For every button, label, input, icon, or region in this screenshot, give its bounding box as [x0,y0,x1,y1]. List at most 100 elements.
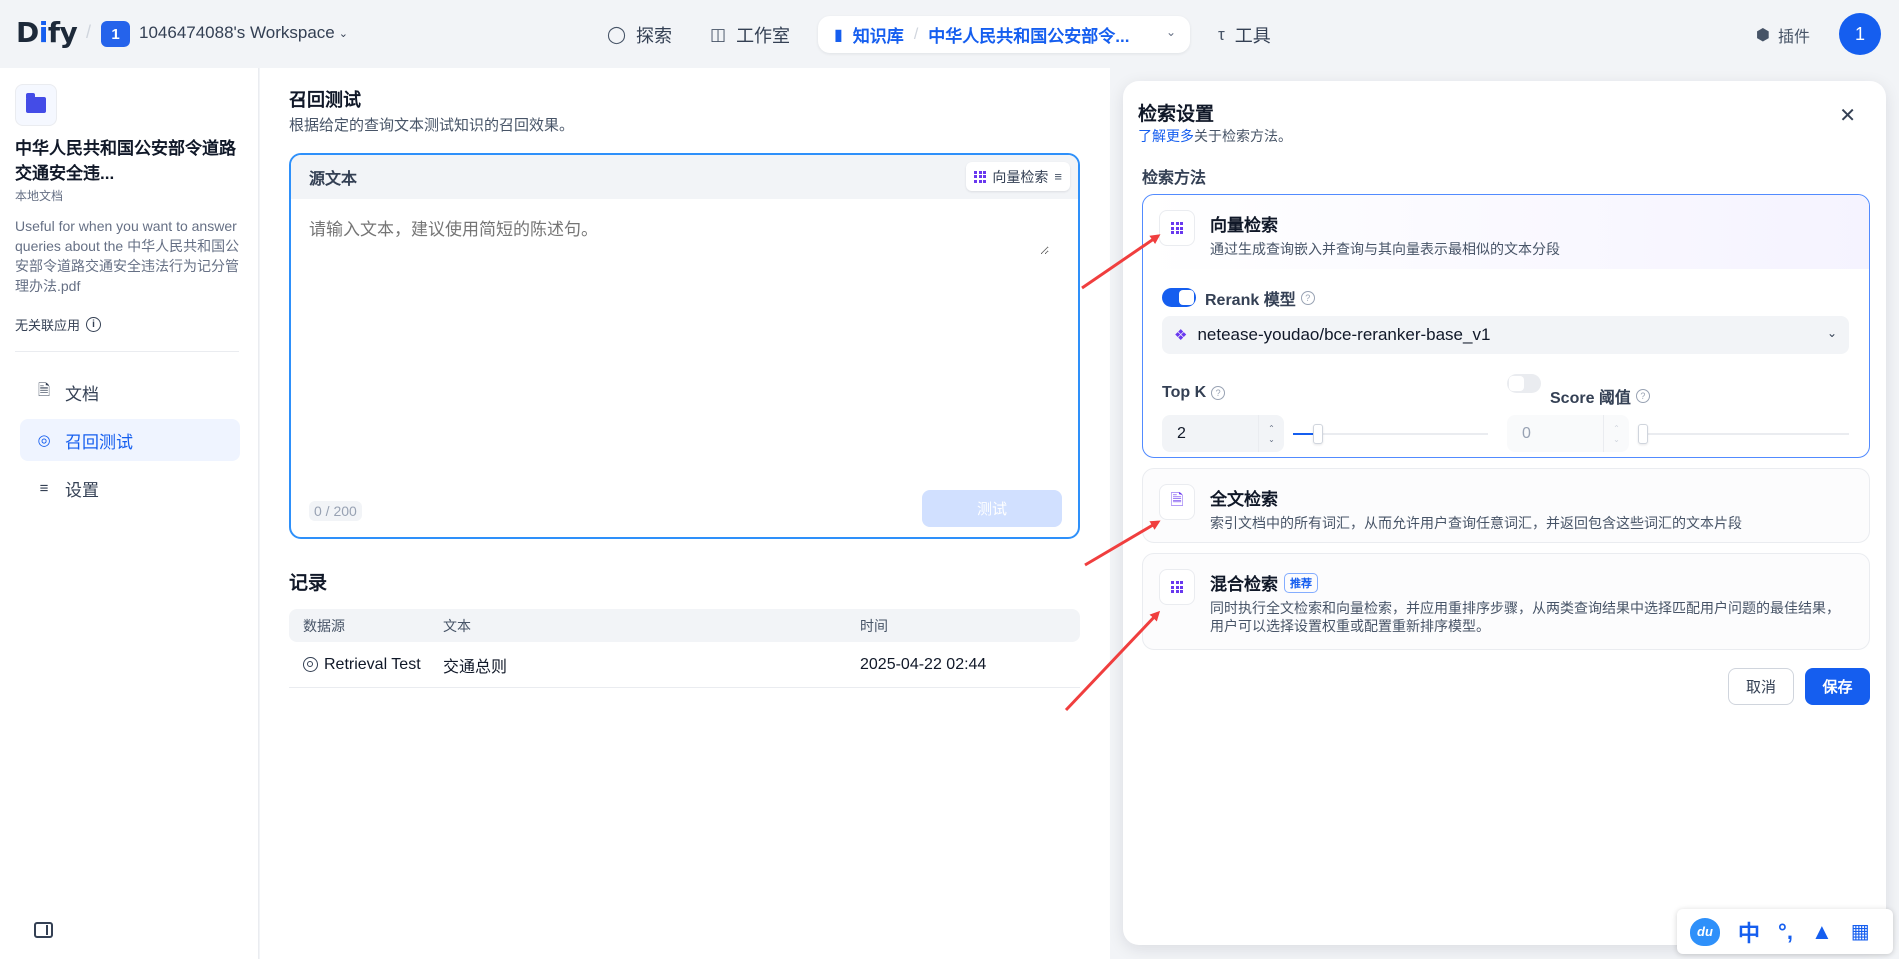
avatar[interactable]: 1 [1839,13,1881,55]
grid-dots-icon [1159,569,1195,605]
score-threshold-toggle[interactable] [1507,374,1541,393]
collapse-sidebar-icon[interactable] [34,922,53,938]
robot-icon: ◫ [710,25,727,44]
chevron-down-icon[interactable]: ⌄ [1613,434,1620,445]
separator: / [913,25,919,43]
document-icon: 🗎 [37,381,51,399]
retrieval-settings-panel: 检索设置 了解更多关于检索方法。 ✕ 检索方法 向量检索 通过生成查询嵌入并查询… [1123,81,1886,945]
kb-title: 中华人民共和国公安部令道路交通安全违... [15,139,236,183]
target-icon [303,657,318,672]
topk-stepper[interactable]: ⌃ ⌄ [1258,415,1284,452]
sidebar-item-label: 文档 [65,384,99,404]
panel-subtitle: 了解更多关于检索方法。 [1138,126,1292,146]
rerank-label: Rerank 模型 [1205,292,1296,309]
table-header: 数据源 文本 时间 [289,609,1080,642]
nav-tools[interactable]: τ 工具 [1218,22,1271,48]
rerank-model-value: netease-youdao/bce-reranker-base_v1 [1197,325,1491,344]
score-value: 0 [1522,424,1531,442]
retrieval-method-button[interactable]: 向量检索 ≡ [966,162,1070,191]
chevron-down-icon: ⌄ [338,27,348,40]
learn-more-suffix: 关于检索方法。 [1194,128,1292,144]
sidebar-item-settings[interactable]: ≡ 设置 [20,467,240,509]
ime-punctuation-toggle[interactable]: °, [1778,919,1793,945]
score-slider[interactable] [1638,424,1849,444]
related-apps-label: 无关联应用 [15,318,81,333]
source-text-input[interactable] [309,215,1049,255]
retrieval-method-label: 检索方法 [1142,170,1207,187]
hybrid-search-desc: 同时执行全文检索和向量检索，并应用重排序步骤，从两类查询结果中选择匹配用户问题的… [1210,600,1840,634]
nav-plugins[interactable]: ⬢ 插件 [1756,23,1810,47]
rerank-model-select[interactable]: ❖ netease-youdao/bce-reranker-base_v1 ⌄ [1162,316,1849,354]
dify-logo[interactable]: Dify [16,16,78,49]
topk-label-row: Top K ? [1162,384,1226,402]
chevron-down-icon[interactable]: ⌄ [1268,434,1275,445]
nav-explore-label: 探索 [636,26,673,46]
nav-knowledge[interactable]: ▮ 知识库 / 中华人民共和国公安部令... ⌄ [818,16,1190,53]
nav-studio[interactable]: ◫ 工作室 [710,22,790,48]
topk-slider[interactable] [1293,424,1488,444]
sidebar-item-retrieval-test[interactable]: ◎ 召回测试 [20,419,240,461]
cube-icon: ⬢ [1756,27,1770,44]
nav-tools-label: 工具 [1234,26,1271,46]
score-input[interactable]: 0 ⌃ ⌄ [1507,415,1629,452]
target-icon: ◎ [37,432,51,449]
close-icon[interactable]: ✕ [1839,103,1856,128]
cell-text: 交通总则 [443,658,508,676]
retrieval-method-label: 向量检索 [992,168,1049,185]
cell-time: 2025-04-22 02:44 [860,655,987,673]
chevron-up-icon[interactable]: ⌃ [1268,423,1275,434]
chevron-up-icon[interactable]: ⌃ [1613,423,1620,434]
table-row[interactable]: Retrieval Test 交通总则 2025-04-22 02:44 [289,642,1080,688]
kb-type: 本地文档 [15,189,64,203]
score-slider-thumb[interactable] [1638,424,1648,444]
char-counter: 0 / 200 [309,501,362,521]
rerank-label-row: Rerank 模型 ? [1205,286,1315,310]
sidebar-item-documents[interactable]: 🗎 文档 [20,371,240,413]
source-text-box: 源文本 向量检索 ≡ 0 / 200 测试 [289,153,1080,539]
recommended-badge: 推荐 [1284,572,1318,593]
grid-dots-icon [974,170,987,183]
workspace-badge[interactable]: 1 [101,21,130,47]
topk-slider-thumb[interactable] [1313,424,1323,444]
fulltext-search-title: 全文检索 [1210,490,1278,509]
save-button[interactable]: 保存 [1805,668,1870,705]
source-text-header: 源文本 向量检索 ≡ [291,155,1078,199]
top-nav: Dify / 1 1046474088's Workspace ⌄ ◯ 探索 ◫… [0,0,1899,68]
baidu-ime-logo[interactable]: du [1690,917,1720,946]
learn-more-link[interactable]: 了解更多 [1138,128,1194,144]
help-icon[interactable]: ? [1300,291,1315,305]
page-subtitle: 根据给定的查询文本测试知识的召回效果。 [289,117,575,134]
records-table: 数据源 文本 时间 Retrieval Test 交通总则 2025-04-22… [289,609,1080,688]
ime-lang-toggle[interactable]: 中 [1738,916,1760,948]
book-icon: ▮ [834,26,843,44]
column-header: 文本 [443,617,471,634]
test-button[interactable]: 测试 [922,490,1062,527]
hybrid-search-card[interactable]: 混合检索 推荐 同时执行全文检索和向量检索，并应用重排序步骤，从两类查询结果中选… [1142,553,1870,650]
cell-source: Retrieval Test [289,656,443,674]
cancel-button[interactable]: 取消 [1728,668,1794,705]
topk-input[interactable]: 2 ⌃ ⌄ [1162,415,1284,452]
panel-title: 检索设置 [1138,104,1215,125]
fulltext-search-card[interactable]: 🗎 全文检索 索引文档中的所有词汇，从而允许用户查询任意词汇，并返回包含这些词汇… [1142,468,1870,543]
score-stepper[interactable]: ⌃ ⌄ [1603,415,1629,452]
grid-dots-icon [1159,210,1195,246]
nav-plugins-label: 插件 [1777,29,1810,46]
vector-search-card[interactable]: 向量检索 通过生成查询嵌入并查询与其向量表示最相似的文本分段 Rerank 模型… [1142,194,1870,458]
nav-knowledge-label: 知识库 [852,27,904,46]
chevron-down-icon[interactable]: ⌄ [1166,25,1176,39]
info-icon[interactable]: i [86,317,102,332]
column-header: 数据源 [303,617,345,634]
hybrid-search-title: 混合检索 [1210,575,1278,594]
help-icon[interactable]: ? [1635,389,1650,403]
help-icon[interactable]: ? [1211,386,1226,400]
hybrid-search-title-row: 混合检索 推荐 [1210,570,1318,595]
sidebar: 中华人民共和国公安部令道路交通安全违... 本地文档 Useful for wh… [0,68,259,959]
rerank-toggle[interactable] [1162,288,1196,307]
workspace-switcher[interactable]: 1046474088's Workspace ⌄ [139,23,348,43]
ime-grid-icon[interactable]: ▦ [1851,919,1870,944]
score-label: Score 阈值 [1550,390,1631,407]
ime-skin-icon[interactable]: ▲ [1811,919,1833,945]
settings-sliders-icon: ≡ [1054,169,1062,184]
topk-label: Top K [1162,384,1207,401]
nav-explore[interactable]: ◯ 探索 [607,22,672,48]
